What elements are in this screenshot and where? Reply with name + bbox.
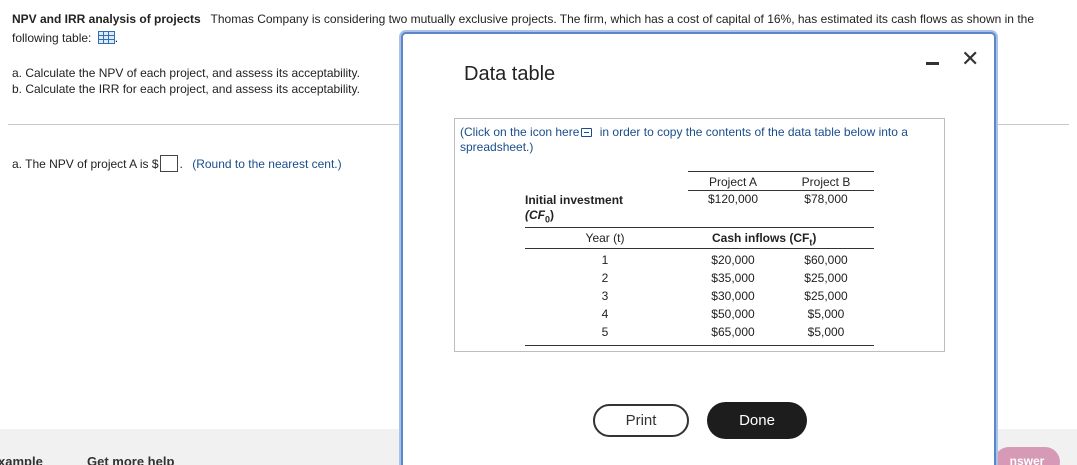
project-a-cash-cell: $35,000 (711, 271, 755, 285)
data-table-modal: Data table ✕ (Click on the icon here in … (401, 32, 996, 465)
minimize-icon[interactable] (926, 54, 940, 68)
get-more-help-link[interactable]: Get more help (87, 454, 174, 465)
year-cell: 3 (601, 289, 609, 303)
project-b-cash-cell: $25,000 (804, 289, 848, 303)
close-icon[interactable]: ✕ (961, 48, 979, 70)
answer-line: a. The NPV of project A is $. (Round to … (12, 155, 342, 172)
project-b-cash-cell: $25,000 (804, 271, 848, 285)
problem-title: NPV and IRR analysis of projects (12, 12, 201, 26)
part-a: a. Calculate the NPV of each project, an… (12, 66, 360, 80)
part-b: b. Calculate the IRR for each project, a… (12, 82, 360, 96)
project-a-cash-cell: $20,000 (711, 253, 755, 267)
copy-icon[interactable] (581, 128, 593, 137)
npv-input[interactable] (159, 155, 178, 172)
answer-end: . (179, 157, 183, 171)
year-cell: 1 (601, 253, 609, 267)
project-a-cash-cell: $50,000 (711, 307, 755, 321)
data-table-icon[interactable] (97, 31, 115, 44)
project-a-cash-cell: $65,000 (711, 325, 755, 339)
copy-note-pre: (Click on the icon here (460, 125, 580, 139)
year-cell: 4 (601, 307, 609, 321)
problem-parts: a. Calculate the NPV of each project, an… (12, 65, 360, 97)
project-b-cash-cell: $5,000 (807, 325, 845, 339)
data-table-panel: (Click on the icon here in order to copy… (454, 118, 945, 352)
rounding-hint: (Round to the nearest cent.) (192, 157, 342, 171)
copy-note: (Click on the icon here in order to copy… (460, 125, 930, 155)
project-b-cash-cell: $60,000 (804, 253, 848, 267)
year-cell: 5 (601, 325, 609, 339)
initial-investment-label: Initial investment (525, 193, 624, 207)
problem-text-end: . (114, 31, 119, 45)
example-link[interactable]: xample (0, 454, 43, 465)
col-header-project-a: Project A (708, 175, 758, 189)
year-header: Year (t) (585, 231, 625, 245)
project-b-cash-cell: $5,000 (807, 307, 845, 321)
year-cell: 2 (601, 271, 609, 285)
initial-investment-a: $120,000 (707, 192, 759, 206)
done-button[interactable]: Done (707, 402, 807, 439)
initial-investment-b: $78,000 (804, 192, 848, 206)
col-header-project-b: Project B (801, 175, 851, 189)
project-a-cash-cell: $30,000 (711, 289, 755, 303)
cash-inflows-header: Cash inflows (CFt) (712, 231, 817, 248)
initial-investment-sublabel: (CF0) (525, 208, 555, 225)
modal-title: Data table (464, 63, 556, 85)
check-answer-button[interactable]: nswer (994, 447, 1060, 465)
answer-prompt: a. The NPV of project A is $ (12, 157, 159, 171)
print-button[interactable]: Print (593, 404, 689, 437)
